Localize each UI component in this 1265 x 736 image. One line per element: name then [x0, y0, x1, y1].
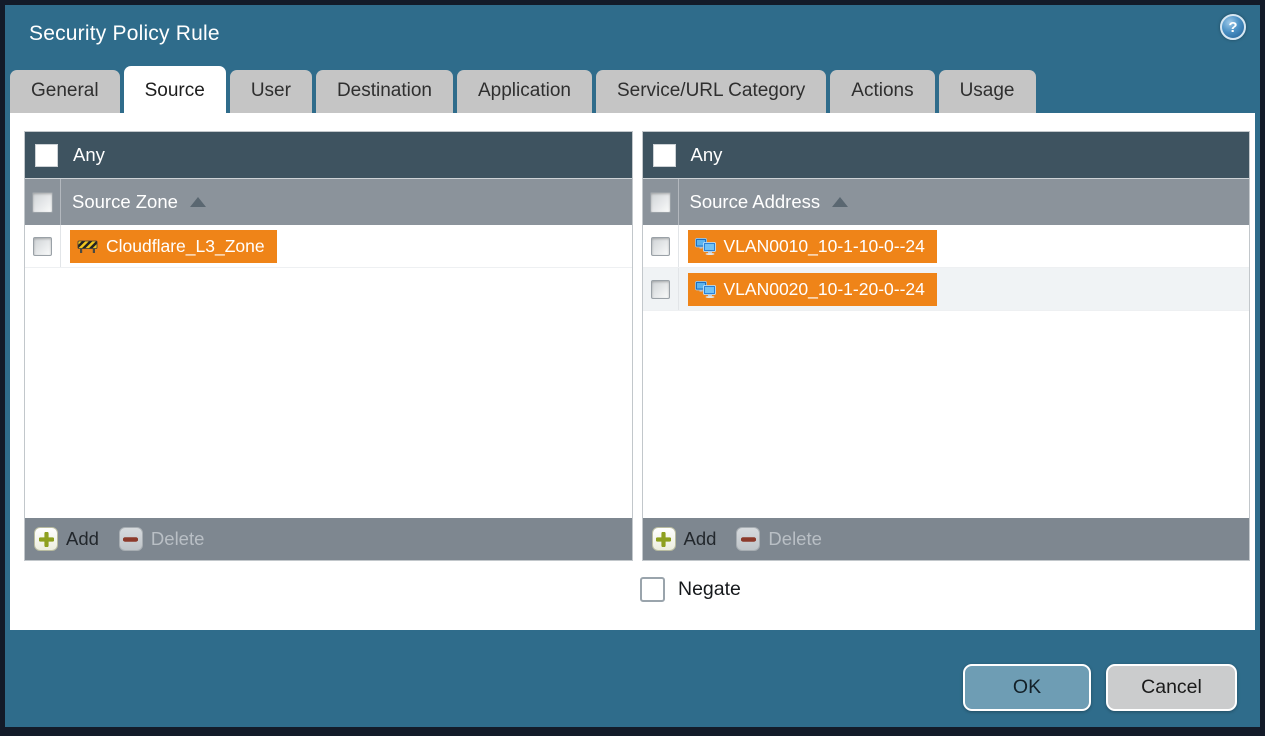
- source-address-rows: VLAN0010_10-1-10-0--24 VLAN0020_10-1-20-…: [642, 225, 1249, 518]
- source-address-panel: Any Source Address VLAN0010_10-1-10-0--2…: [641, 131, 1250, 561]
- delete-minus-icon: [118, 527, 143, 551]
- tab-content: Any Source Zone Cloudflare_L3_Zone Add D…: [10, 113, 1255, 630]
- source-address-select-all-checkbox[interactable]: [649, 191, 671, 213]
- source-zone-column-header[interactable]: Source Zone: [25, 178, 632, 225]
- zone-tag-label: Cloudflare_L3_Zone: [106, 235, 265, 256]
- tab-service-url-category[interactable]: Service/URL Category: [595, 70, 827, 113]
- source-address-any-label: Any: [690, 144, 723, 165]
- title-bar: Security Policy Rule ?: [5, 5, 1260, 63]
- source-address-column-title: Source Address: [689, 191, 821, 212]
- table-row[interactable]: Cloudflare_L3_Zone: [25, 225, 632, 268]
- sort-ascending-icon: [832, 197, 849, 207]
- dialog-footer: OK Cancel: [963, 664, 1237, 711]
- help-glyph: ?: [1228, 18, 1238, 36]
- source-zone-any-label: Any: [73, 144, 105, 165]
- tab-actions[interactable]: Actions: [830, 70, 935, 113]
- cancel-button[interactable]: Cancel: [1106, 664, 1237, 711]
- source-address-any-bar: Any: [642, 132, 1249, 178]
- source-panels: Any Source Zone Cloudflare_L3_Zone Add D…: [10, 113, 1255, 561]
- delete-button-label: Delete: [150, 528, 205, 549]
- source-address-column-header[interactable]: Source Address: [642, 178, 1249, 225]
- source-address-toolbar: Add Delete: [642, 518, 1249, 560]
- tab-user[interactable]: User: [229, 70, 312, 113]
- row-checkbox[interactable]: [650, 279, 670, 299]
- tab-general[interactable]: General: [10, 70, 120, 113]
- address-tag: VLAN0010_10-1-10-0--24: [687, 229, 937, 263]
- negate-row: Negate: [640, 577, 1255, 602]
- delete-minus-icon: [736, 527, 761, 551]
- delete-button[interactable]: Delete: [118, 527, 205, 551]
- row-checkbox-cell: [643, 225, 679, 267]
- page-title: Security Policy Rule: [29, 22, 220, 45]
- dialog-window: Security Policy Rule ? General Source Us…: [5, 5, 1260, 727]
- sort-ascending-icon: [189, 197, 206, 207]
- row-checkbox-cell: [25, 225, 61, 267]
- tab-destination[interactable]: Destination: [315, 70, 453, 113]
- delete-button[interactable]: Delete: [736, 527, 822, 551]
- add-plus-icon: [651, 527, 676, 551]
- address-icon: [694, 237, 716, 255]
- source-zone-any-bar: Any: [25, 132, 632, 178]
- tab-application[interactable]: Application: [457, 70, 592, 113]
- ok-button[interactable]: OK: [963, 664, 1091, 711]
- table-row[interactable]: VLAN0020_10-1-20-0--24: [642, 268, 1249, 311]
- row-checkbox-cell: [643, 268, 679, 310]
- tab-usage[interactable]: Usage: [938, 70, 1036, 113]
- address-tag: VLAN0020_10-1-20-0--24: [687, 272, 937, 306]
- source-zone-panel: Any Source Zone Cloudflare_L3_Zone Add D…: [24, 131, 633, 561]
- tab-bar: General Source User Destination Applicat…: [5, 63, 1260, 113]
- address-tag-label: VLAN0010_10-1-10-0--24: [723, 235, 925, 256]
- table-row[interactable]: VLAN0010_10-1-10-0--24: [642, 225, 1249, 268]
- tab-source[interactable]: Source: [123, 66, 226, 113]
- source-zone-rows: Cloudflare_L3_Zone: [25, 225, 632, 518]
- add-button-label: Add: [683, 528, 717, 549]
- add-button[interactable]: Add: [651, 527, 717, 551]
- zone-icon: [77, 240, 98, 253]
- add-plus-icon: [34, 527, 58, 551]
- address-tag-label: VLAN0020_10-1-20-0--24: [723, 278, 925, 299]
- add-button[interactable]: Add: [34, 527, 99, 551]
- negate-label: Negate: [678, 578, 741, 600]
- source-zone-toolbar: Add Delete: [25, 518, 632, 560]
- address-icon: [694, 280, 716, 298]
- add-button-label: Add: [66, 528, 99, 549]
- source-zone-select-all-checkbox[interactable]: [32, 191, 53, 213]
- source-zone-any-checkbox[interactable]: [35, 143, 58, 167]
- source-zone-column-title: Source Zone: [72, 191, 178, 212]
- row-checkbox[interactable]: [33, 236, 52, 256]
- delete-button-label: Delete: [768, 528, 822, 549]
- source-address-select-all-cell: [643, 179, 679, 225]
- zone-tag: Cloudflare_L3_Zone: [70, 229, 277, 263]
- help-icon[interactable]: ?: [1220, 14, 1246, 40]
- source-zone-select-all-cell: [25, 179, 61, 225]
- row-checkbox[interactable]: [650, 236, 670, 256]
- source-address-any-checkbox[interactable]: [652, 143, 676, 167]
- negate-checkbox[interactable]: [640, 577, 665, 602]
